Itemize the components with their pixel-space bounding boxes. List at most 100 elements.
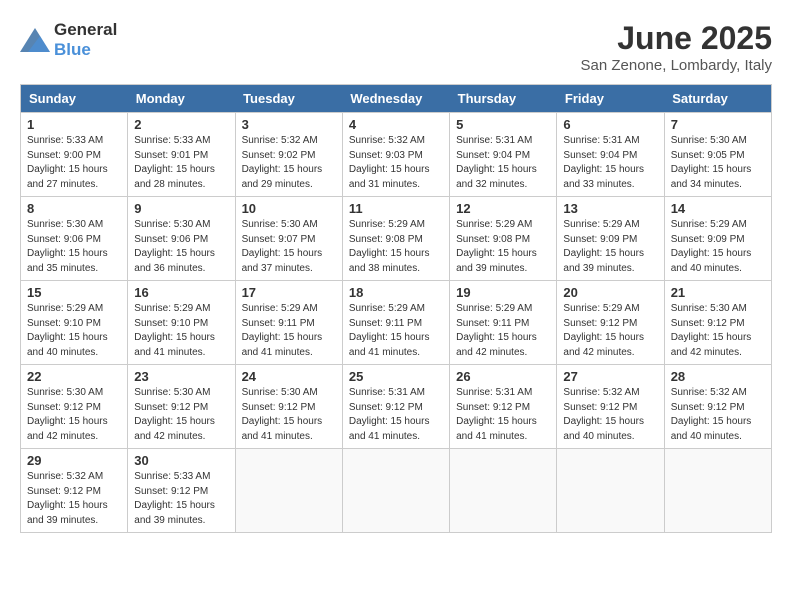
header-saturday: Saturday (664, 85, 771, 113)
table-row: 2 Sunrise: 5:33 AMSunset: 9:01 PMDayligh… (128, 113, 235, 197)
table-row: 19 Sunrise: 5:29 AMSunset: 9:11 PMDaylig… (450, 281, 557, 365)
day-info: Sunrise: 5:32 AMSunset: 9:12 PMDaylight:… (671, 386, 765, 444)
day-number: 19 (456, 285, 550, 300)
day-number: 15 (27, 285, 121, 300)
day-number: 21 (671, 285, 765, 300)
day-info: Sunrise: 5:29 AMSunset: 9:09 PMDaylight:… (671, 218, 765, 276)
day-number: 16 (134, 285, 228, 300)
day-info: Sunrise: 5:33 AMSunset: 9:12 PMDaylight:… (134, 470, 228, 528)
day-info: Sunrise: 5:30 AMSunset: 9:05 PMDaylight:… (671, 134, 765, 192)
day-number: 25 (349, 369, 443, 384)
day-number: 3 (242, 117, 336, 132)
day-number: 6 (563, 117, 657, 132)
day-number: 4 (349, 117, 443, 132)
table-row (342, 449, 449, 533)
day-number: 13 (563, 201, 657, 216)
calendar-body: 1 Sunrise: 5:33 AMSunset: 9:00 PMDayligh… (21, 113, 772, 533)
table-row: 17 Sunrise: 5:29 AMSunset: 9:11 PMDaylig… (235, 281, 342, 365)
day-number: 20 (563, 285, 657, 300)
day-number: 8 (27, 201, 121, 216)
table-row: 10 Sunrise: 5:30 AMSunset: 9:07 PMDaylig… (235, 197, 342, 281)
day-info: Sunrise: 5:33 AMSunset: 9:01 PMDaylight:… (134, 134, 228, 192)
title-area: June 2025 San Zenone, Lombardy, Italy (581, 20, 773, 74)
day-number: 17 (242, 285, 336, 300)
table-row (235, 449, 342, 533)
calendar-subtitle: San Zenone, Lombardy, Italy (581, 57, 773, 74)
day-number: 27 (563, 369, 657, 384)
day-info: Sunrise: 5:29 AMSunset: 9:11 PMDaylight:… (456, 302, 550, 360)
table-row: 23 Sunrise: 5:30 AMSunset: 9:12 PMDaylig… (128, 365, 235, 449)
day-number: 5 (456, 117, 550, 132)
table-row: 28 Sunrise: 5:32 AMSunset: 9:12 PMDaylig… (664, 365, 771, 449)
day-info: Sunrise: 5:32 AMSunset: 9:12 PMDaylight:… (563, 386, 657, 444)
table-row: 20 Sunrise: 5:29 AMSunset: 9:12 PMDaylig… (557, 281, 664, 365)
day-info: Sunrise: 5:30 AMSunset: 9:12 PMDaylight:… (242, 386, 336, 444)
day-info: Sunrise: 5:32 AMSunset: 9:12 PMDaylight:… (27, 470, 121, 528)
day-number: 22 (27, 369, 121, 384)
day-number: 28 (671, 369, 765, 384)
day-number: 1 (27, 117, 121, 132)
day-info: Sunrise: 5:33 AMSunset: 9:00 PMDaylight:… (27, 134, 121, 192)
day-info: Sunrise: 5:30 AMSunset: 9:12 PMDaylight:… (27, 386, 121, 444)
day-number: 12 (456, 201, 550, 216)
day-number: 23 (134, 369, 228, 384)
day-info: Sunrise: 5:29 AMSunset: 9:12 PMDaylight:… (563, 302, 657, 360)
day-number: 10 (242, 201, 336, 216)
day-number: 24 (242, 369, 336, 384)
table-row (450, 449, 557, 533)
day-number: 11 (349, 201, 443, 216)
table-row: 12 Sunrise: 5:29 AMSunset: 9:08 PMDaylig… (450, 197, 557, 281)
weekday-header-row: Sunday Monday Tuesday Wednesday Thursday… (21, 85, 772, 113)
day-number: 7 (671, 117, 765, 132)
logo-icon (20, 28, 50, 52)
header-tuesday: Tuesday (235, 85, 342, 113)
day-info: Sunrise: 5:31 AMSunset: 9:04 PMDaylight:… (456, 134, 550, 192)
day-info: Sunrise: 5:29 AMSunset: 9:10 PMDaylight:… (27, 302, 121, 360)
day-info: Sunrise: 5:31 AMSunset: 9:12 PMDaylight:… (456, 386, 550, 444)
table-row: 18 Sunrise: 5:29 AMSunset: 9:11 PMDaylig… (342, 281, 449, 365)
table-row: 1 Sunrise: 5:33 AMSunset: 9:00 PMDayligh… (21, 113, 128, 197)
table-row: 25 Sunrise: 5:31 AMSunset: 9:12 PMDaylig… (342, 365, 449, 449)
table-row: 5 Sunrise: 5:31 AMSunset: 9:04 PMDayligh… (450, 113, 557, 197)
header-thursday: Thursday (450, 85, 557, 113)
calendar-table: Sunday Monday Tuesday Wednesday Thursday… (20, 84, 772, 533)
table-row: 6 Sunrise: 5:31 AMSunset: 9:04 PMDayligh… (557, 113, 664, 197)
day-number: 14 (671, 201, 765, 216)
table-row: 15 Sunrise: 5:29 AMSunset: 9:10 PMDaylig… (21, 281, 128, 365)
day-info: Sunrise: 5:30 AMSunset: 9:07 PMDaylight:… (242, 218, 336, 276)
day-info: Sunrise: 5:30 AMSunset: 9:06 PMDaylight:… (134, 218, 228, 276)
day-number: 18 (349, 285, 443, 300)
table-row: 11 Sunrise: 5:29 AMSunset: 9:08 PMDaylig… (342, 197, 449, 281)
table-row: 8 Sunrise: 5:30 AMSunset: 9:06 PMDayligh… (21, 197, 128, 281)
day-number: 2 (134, 117, 228, 132)
table-row: 14 Sunrise: 5:29 AMSunset: 9:09 PMDaylig… (664, 197, 771, 281)
table-row: 26 Sunrise: 5:31 AMSunset: 9:12 PMDaylig… (450, 365, 557, 449)
logo: General Blue (20, 20, 117, 60)
header-monday: Monday (128, 85, 235, 113)
header-wednesday: Wednesday (342, 85, 449, 113)
table-row: 29 Sunrise: 5:32 AMSunset: 9:12 PMDaylig… (21, 449, 128, 533)
calendar-title: June 2025 (581, 20, 773, 57)
day-number: 9 (134, 201, 228, 216)
day-info: Sunrise: 5:29 AMSunset: 9:09 PMDaylight:… (563, 218, 657, 276)
table-row: 7 Sunrise: 5:30 AMSunset: 9:05 PMDayligh… (664, 113, 771, 197)
calendar-week-row: 15 Sunrise: 5:29 AMSunset: 9:10 PMDaylig… (21, 281, 772, 365)
table-row: 9 Sunrise: 5:30 AMSunset: 9:06 PMDayligh… (128, 197, 235, 281)
table-row: 27 Sunrise: 5:32 AMSunset: 9:12 PMDaylig… (557, 365, 664, 449)
header-friday: Friday (557, 85, 664, 113)
day-number: 30 (134, 453, 228, 468)
calendar-week-row: 1 Sunrise: 5:33 AMSunset: 9:00 PMDayligh… (21, 113, 772, 197)
day-info: Sunrise: 5:29 AMSunset: 9:08 PMDaylight:… (456, 218, 550, 276)
header: General Blue June 2025 San Zenone, Lomba… (20, 20, 772, 74)
table-row: 4 Sunrise: 5:32 AMSunset: 9:03 PMDayligh… (342, 113, 449, 197)
day-info: Sunrise: 5:29 AMSunset: 9:11 PMDaylight:… (349, 302, 443, 360)
table-row: 22 Sunrise: 5:30 AMSunset: 9:12 PMDaylig… (21, 365, 128, 449)
table-row: 24 Sunrise: 5:30 AMSunset: 9:12 PMDaylig… (235, 365, 342, 449)
day-info: Sunrise: 5:32 AMSunset: 9:02 PMDaylight:… (242, 134, 336, 192)
calendar-week-row: 29 Sunrise: 5:32 AMSunset: 9:12 PMDaylig… (21, 449, 772, 533)
logo-blue: Blue (54, 40, 91, 59)
day-info: Sunrise: 5:31 AMSunset: 9:04 PMDaylight:… (563, 134, 657, 192)
day-info: Sunrise: 5:29 AMSunset: 9:08 PMDaylight:… (349, 218, 443, 276)
calendar-week-row: 8 Sunrise: 5:30 AMSunset: 9:06 PMDayligh… (21, 197, 772, 281)
logo-general: General (54, 20, 117, 39)
